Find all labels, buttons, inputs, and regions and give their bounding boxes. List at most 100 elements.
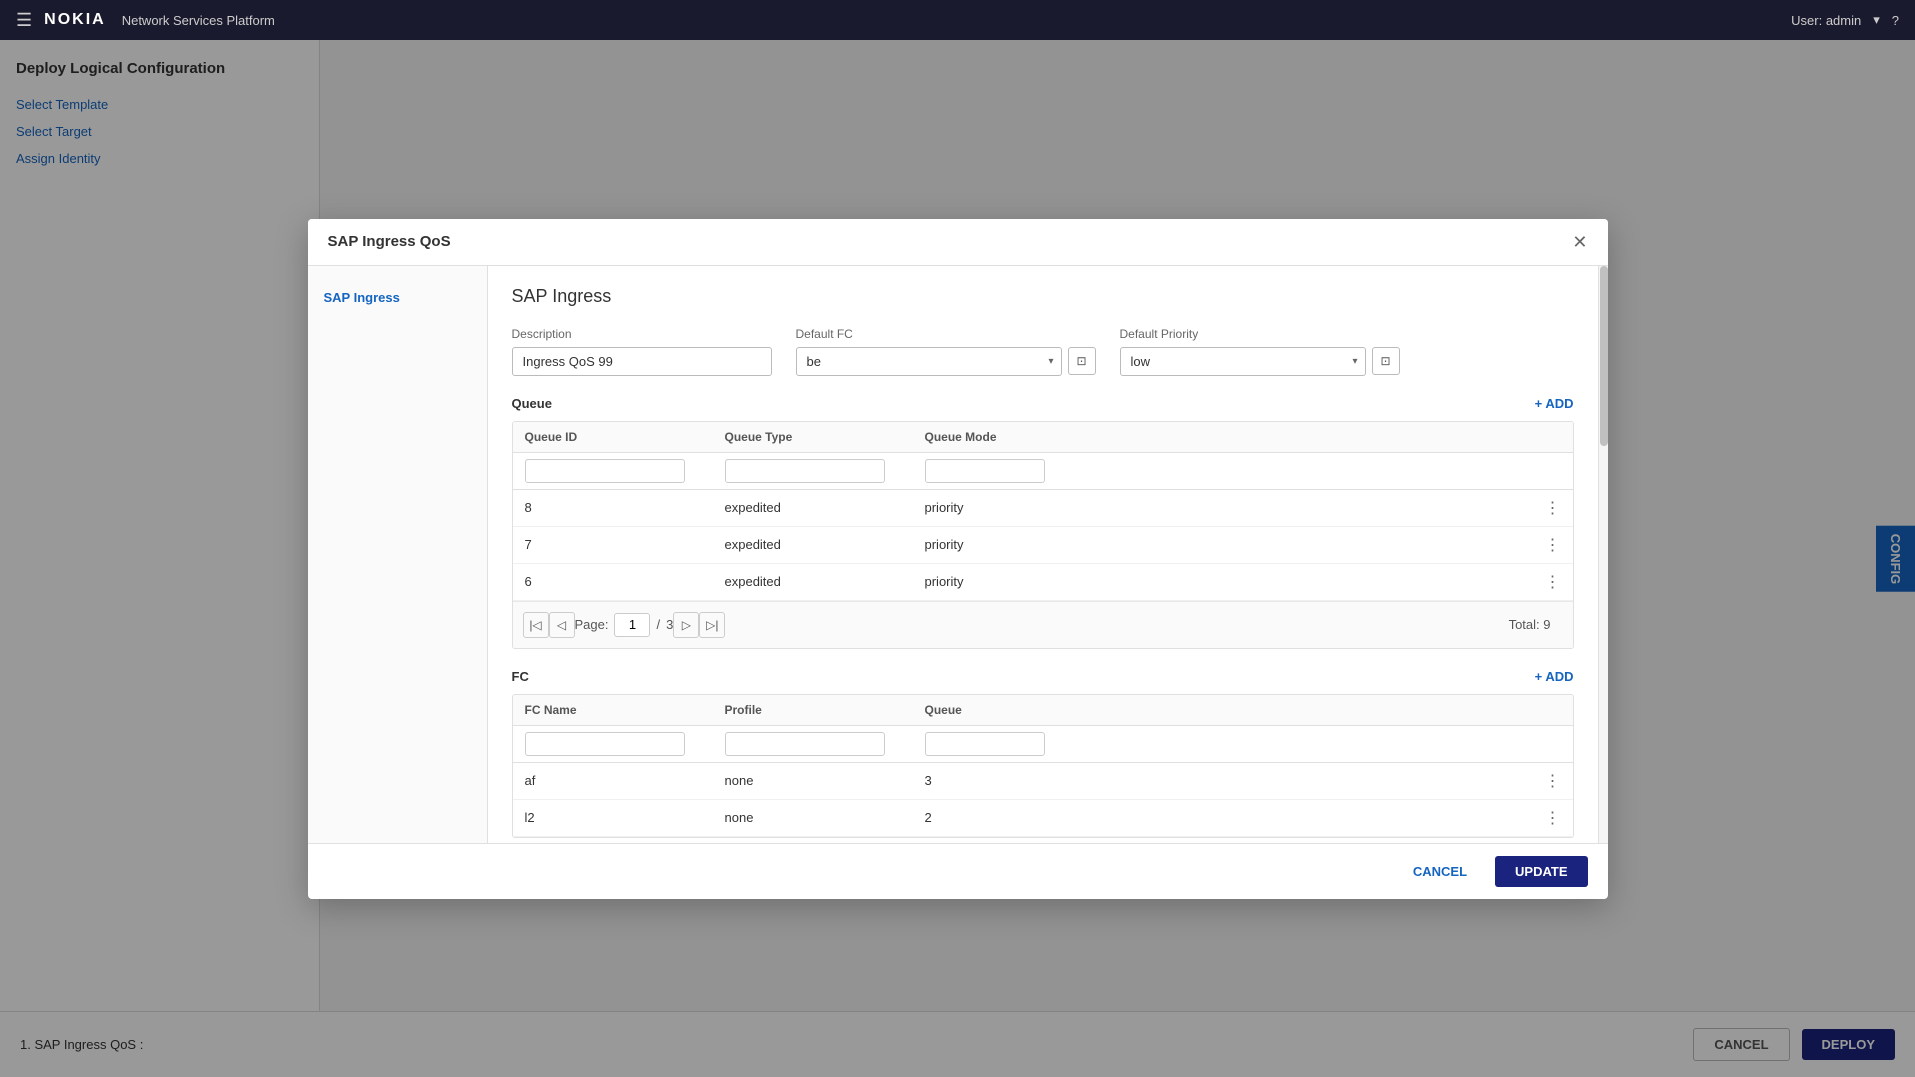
queue-row-3-mode: priority <box>925 574 1125 589</box>
pag-total-label: Total: 9 <box>1509 617 1563 632</box>
modal-content-area: SAP Ingress Description Default FC <box>488 266 1598 843</box>
fc-row-2-queue: 2 <box>925 810 1125 825</box>
description-label: Description <box>512 327 772 341</box>
queue-row-2-actions[interactable]: ⋮ <box>1545 535 1561 555</box>
monitor-icon-2: ⊡ <box>1380 354 1390 368</box>
modal-body: SAP Ingress SAP Ingress Description Defa… <box>308 266 1608 843</box>
menu-icon[interactable]: ☰ <box>16 10 32 31</box>
modal-content-title: SAP Ingress <box>512 286 1574 307</box>
pag-first-button[interactable]: |◁ <box>523 612 549 638</box>
default-priority-select[interactable]: low <box>1120 347 1366 376</box>
pag-separator: / <box>656 617 660 632</box>
pag-page-label: Page: <box>575 617 609 632</box>
table-row: 6 expedited priority ⋮ <box>513 564 1573 601</box>
pag-wrapper: |◁ ◁ Page: / 3 ▷ ▷| Total: 9 <box>523 612 1563 638</box>
modal-title: SAP Ingress QoS <box>328 233 451 250</box>
default-fc-icon-button[interactable]: ⊡ <box>1068 347 1096 375</box>
default-priority-label: Default Priority <box>1120 327 1400 341</box>
fc-row-2-profile: none <box>725 810 925 825</box>
fc-row-2-actions[interactable]: ⋮ <box>1545 808 1561 828</box>
fc-row-1-actions[interactable]: ⋮ <box>1545 771 1561 791</box>
table-row: 8 expedited priority ⋮ <box>513 490 1573 527</box>
default-priority-icon-button[interactable]: ⊡ <box>1372 347 1400 375</box>
pag-total-pages: 3 <box>666 617 673 632</box>
queue-row-3-id: 6 <box>525 574 725 589</box>
default-fc-group: Default FC be ▾ ⊡ <box>796 327 1096 376</box>
fc-section-title: FC <box>512 669 529 684</box>
default-priority-group: Default Priority low ▾ ⊡ <box>1120 327 1400 376</box>
queue-row-1-id: 8 <box>525 500 725 515</box>
nokia-logo: NOKIA <box>44 11 106 29</box>
pag-next-button[interactable]: ▷ <box>673 612 699 638</box>
queue-row-1-actions[interactable]: ⋮ <box>1545 498 1561 518</box>
queue-id-filter[interactable] <box>525 459 685 483</box>
default-priority-select-wrapper: low ▾ ⊡ <box>1120 347 1400 376</box>
queue-section-title: Queue <box>512 396 552 411</box>
queue-section-header: Queue + ADD <box>512 396 1574 411</box>
main-page: Deploy Logical Configuration Select Temp… <box>0 40 1915 1077</box>
description-input[interactable] <box>512 347 772 376</box>
fc-section-header: FC + ADD <box>512 669 1574 684</box>
fc-row-1-profile: none <box>725 773 925 788</box>
queue-row-2-type: expedited <box>725 537 925 552</box>
fc-row-2-name: l2 <box>525 810 725 825</box>
table-row: 7 expedited priority ⋮ <box>513 527 1573 564</box>
fc-queue-filter[interactable] <box>925 732 1045 756</box>
fc-col-name-header: FC Name <box>525 703 725 717</box>
fc-filter-row <box>513 726 1573 763</box>
form-row: Description Default FC be ▾ <box>512 327 1574 376</box>
pag-prev-button[interactable]: ◁ <box>549 612 575 638</box>
description-group: Description <box>512 327 772 376</box>
modal-scrollbar[interactable] <box>1598 266 1608 843</box>
modal-header: SAP Ingress QoS ✕ <box>308 219 1608 266</box>
pag-info: Page: / 3 <box>575 613 674 637</box>
user-label: User: admin <box>1791 13 1861 28</box>
fc-col-queue-header: Queue <box>925 703 1125 717</box>
modal-footer: CANCEL UPDATE <box>308 843 1608 899</box>
table-row: af none 3 ⋮ <box>513 763 1573 800</box>
queue-row-2-id: 7 <box>525 537 725 552</box>
queue-add-button[interactable]: + ADD <box>1535 396 1574 411</box>
fc-table-header: FC Name Profile Queue <box>513 695 1573 726</box>
fc-add-button[interactable]: + ADD <box>1535 669 1574 684</box>
queue-table-header: Queue ID Queue Type Queue Mode <box>513 422 1573 453</box>
monitor-icon: ⊡ <box>1076 354 1086 368</box>
pag-last-button[interactable]: ▷| <box>699 612 725 638</box>
fc-table: FC Name Profile Queue af <box>512 694 1574 838</box>
queue-table: Queue ID Queue Type Queue Mode 8 <box>512 421 1574 649</box>
queue-pagination: |◁ ◁ Page: / 3 ▷ ▷| Total: 9 <box>513 601 1573 648</box>
default-fc-select-wrapper: be ▾ ⊡ <box>796 347 1096 376</box>
modal-dialog: SAP Ingress QoS ✕ SAP Ingress SAP Ingres… <box>308 219 1608 899</box>
top-bar: ☰ NOKIA Network Services Platform User: … <box>0 0 1915 40</box>
queue-row-3-type: expedited <box>725 574 925 589</box>
modal-update-button[interactable]: UPDATE <box>1495 856 1587 887</box>
default-fc-select-container: be ▾ <box>796 347 1062 376</box>
user-dropdown-icon[interactable]: ▾ <box>1873 12 1880 28</box>
queue-mode-filter[interactable] <box>925 459 1045 483</box>
fc-name-filter[interactable] <box>525 732 685 756</box>
table-row: l2 none 2 ⋮ <box>513 800 1573 837</box>
queue-col-mode-header: Queue Mode <box>925 430 1125 444</box>
help-icon[interactable]: ? <box>1892 13 1899 28</box>
queue-col-id-header: Queue ID <box>525 430 725 444</box>
queue-row-1-mode: priority <box>925 500 1125 515</box>
modal-sidebar: SAP Ingress <box>308 266 488 843</box>
app-title: Network Services Platform <box>122 13 275 28</box>
scrollbar-thumb[interactable] <box>1600 266 1608 446</box>
queue-row-3-actions[interactable]: ⋮ <box>1545 572 1561 592</box>
queue-row-1-type: expedited <box>725 500 925 515</box>
default-priority-select-container: low ▾ <box>1120 347 1366 376</box>
fc-profile-filter[interactable] <box>725 732 885 756</box>
fc-row-1-name: af <box>525 773 725 788</box>
pag-page-input[interactable] <box>614 613 650 637</box>
queue-type-filter[interactable] <box>725 459 885 483</box>
modal-overlay: SAP Ingress QoS ✕ SAP Ingress SAP Ingres… <box>0 40 1915 1077</box>
fc-row-1-queue: 3 <box>925 773 1125 788</box>
modal-close-button[interactable]: ✕ <box>1572 233 1587 251</box>
fc-col-profile-header: Profile <box>725 703 925 717</box>
modal-cancel-button[interactable]: CANCEL <box>1397 856 1483 887</box>
sidebar-item-sap-ingress[interactable]: SAP Ingress <box>308 282 487 313</box>
queue-row-2-mode: priority <box>925 537 1125 552</box>
default-fc-select[interactable]: be <box>796 347 1062 376</box>
default-fc-label: Default FC <box>796 327 1096 341</box>
